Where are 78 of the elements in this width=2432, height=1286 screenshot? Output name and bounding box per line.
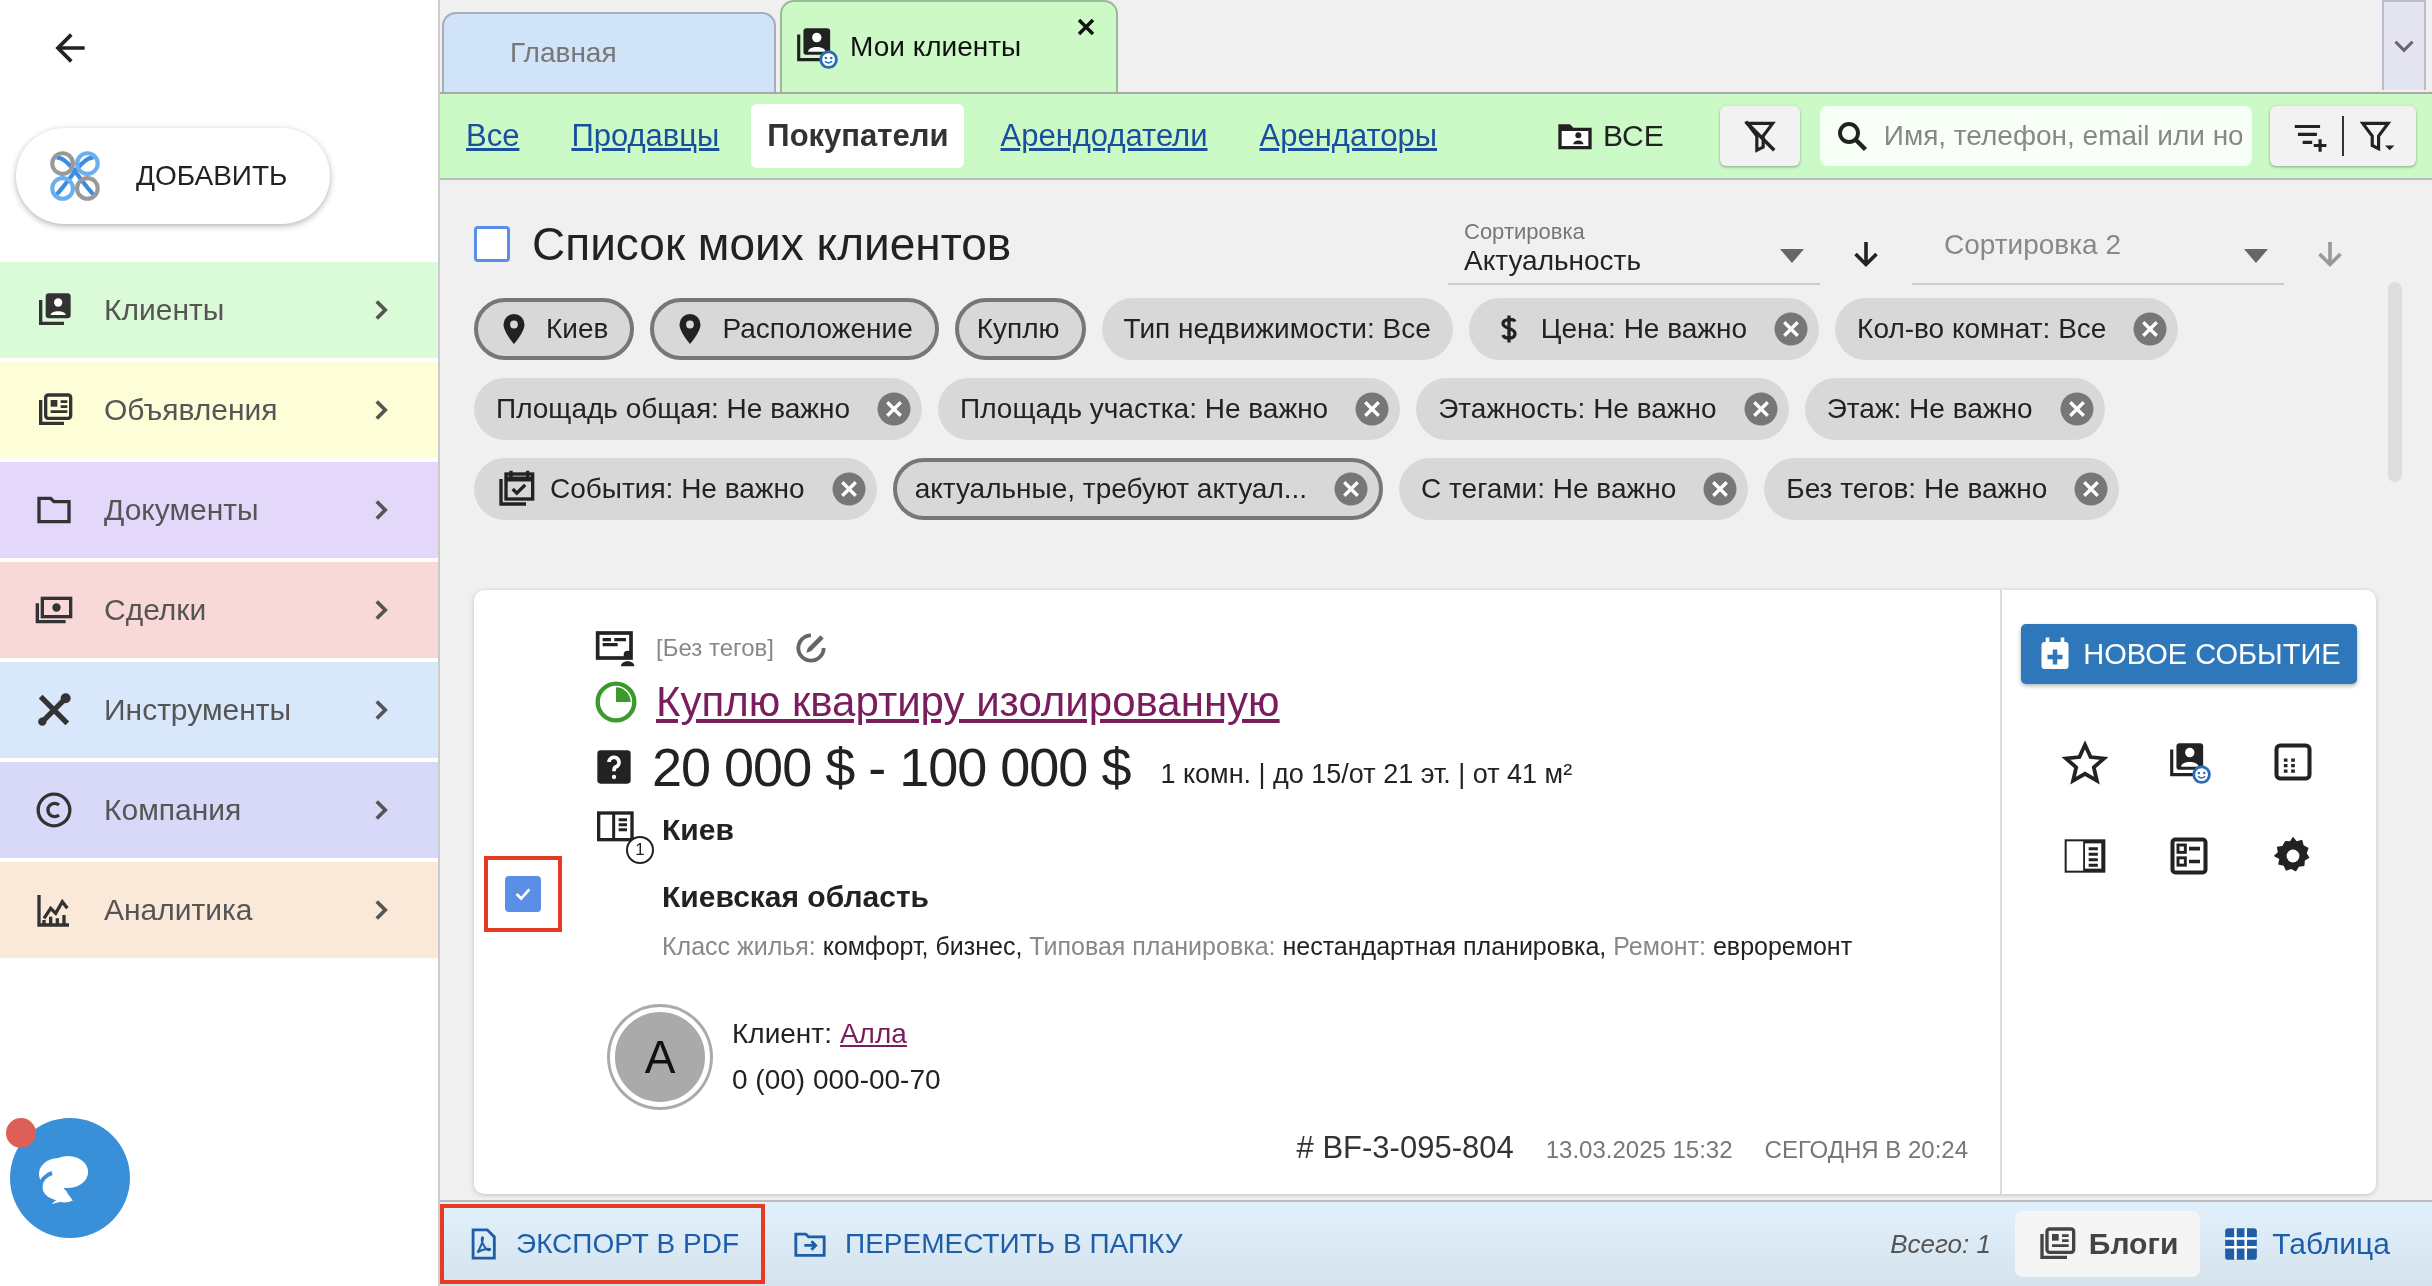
sort-select[interactable]: Сортировка Актуальность [1448, 213, 1820, 285]
filter-chip[interactable]: Площадь общая: Не важно [474, 378, 923, 440]
filter-chip[interactable]: Без тегов: Не важно [1764, 458, 2120, 520]
caret-icon [1780, 249, 1804, 263]
filter-chip[interactable]: актуальные, требуют актуал... [892, 458, 1384, 520]
checklist-icon[interactable] [2167, 834, 2211, 878]
filter-link[interactable]: Арендодатели [1000, 106, 1208, 166]
updated-date: СЕГОДНЯ В 20:24 [1764, 1136, 1968, 1164]
tags-label: [Без тегов] [656, 634, 774, 662]
remove-icon[interactable] [2132, 311, 2169, 347]
filter-chip[interactable]: Киев [474, 298, 635, 360]
action-button[interactable]: ЭКСПОРТ В PDF [440, 1204, 765, 1284]
filter-chip[interactable]: Цена: Не важно [1468, 298, 1820, 360]
remove-icon[interactable] [876, 391, 913, 427]
filter-chip[interactable]: Этаж: Не важно [1804, 378, 2105, 440]
sidebar-item[interactable]: Инструменты [0, 662, 438, 758]
sidebar-item[interactable]: Документы [0, 462, 438, 558]
star-icon[interactable] [2062, 740, 2108, 786]
filter-chip[interactable]: С тегами: Не важно [1399, 458, 1749, 520]
remove-icon[interactable] [1742, 391, 1779, 427]
client-phone: 0 (00) 000-00-70 [732, 1064, 941, 1096]
add-button[interactable]: ДОБАВИТЬ [16, 128, 330, 224]
count-badge: 1 [626, 836, 654, 864]
sidebar-item[interactable]: Сделки [0, 562, 438, 658]
filter-chip[interactable]: Тип недвижимости: Все [1101, 298, 1453, 360]
sidebar-item[interactable]: Аналитика [0, 862, 438, 958]
sidebar-item[interactable]: Клиенты [0, 262, 438, 358]
request-code: # BF-3-095-804 [1296, 1130, 1514, 1166]
filter-chip[interactable]: События: Не важно [474, 458, 877, 520]
city-label: Киев [662, 813, 734, 847]
remove-icon[interactable] [830, 471, 867, 507]
sidebar-item[interactable]: Объявления [0, 362, 438, 458]
sidebar-item[interactable]: Компания [0, 762, 438, 858]
price-range: 20 000 $ - 100 000 $ [652, 736, 1131, 798]
remove-icon[interactable] [2058, 391, 2095, 427]
filter-link[interactable]: Покупатели [751, 104, 965, 168]
copyright-icon [34, 790, 74, 830]
calculator-icon[interactable] [2271, 740, 2315, 784]
region-label: Киевская область [662, 880, 931, 914]
request-title-link[interactable]: Куплю квартиру изолированную [656, 678, 1280, 726]
contact-card-icon[interactable] [2167, 740, 2211, 784]
filter-link[interactable]: Продавцы [571, 106, 720, 166]
filter-chip[interactable]: Расположение [650, 298, 939, 360]
tab[interactable]: Мои клиенты [780, 0, 1118, 92]
avatar: А [610, 1007, 710, 1107]
question-icon [594, 747, 634, 787]
chat-button-icon[interactable] [10, 1118, 130, 1238]
contacts-icon [794, 25, 838, 69]
remove-icon[interactable] [1773, 311, 1810, 347]
filter-chip[interactable]: Этажность: Не важно [1416, 378, 1789, 440]
remove-icon[interactable] [1333, 471, 1370, 507]
clear-filter-button[interactable] [1719, 106, 1800, 166]
new-event-button[interactable]: НОВОЕ СОБЫТИЕ [2021, 624, 2357, 684]
view-toggle[interactable]: Таблица [2200, 1211, 2412, 1277]
view-toggle[interactable]: Блоги [2014, 1211, 2201, 1277]
remove-icon[interactable] [1354, 391, 1391, 427]
search-field[interactable]: Имя, телефон, email или но [1819, 106, 2252, 166]
total-count: Всего: 1 [1890, 1228, 1991, 1260]
caret-icon [2244, 249, 2268, 263]
row-checkbox[interactable] [505, 876, 541, 912]
action-button[interactable]: ПЕРЕМЕСТИТЬ В ПАПКУ [765, 1204, 1209, 1284]
filter-link[interactable]: Арендаторы [1259, 106, 1438, 166]
client-name-link[interactable]: Алла [839, 1018, 907, 1049]
property-attributes: Класс жилья: комфорт, бизнес, Типовая планировка: нестандартная планировка, Ремонт: евроремонт [662, 932, 1854, 961]
list-title: Список моих клиентов [532, 217, 1012, 271]
status-pie-icon [594, 680, 638, 724]
filter-link[interactable]: Все [466, 106, 520, 166]
property-details: 1 комн. | до 15/от 21 эт. | от 41 м² [1160, 757, 1573, 790]
filter-chip[interactable]: Кол-во комнат: Все [1835, 298, 2179, 360]
calendar-check-icon [496, 469, 536, 509]
created-date: 13.03.2025 15:32 [1545, 1136, 1733, 1164]
filter-chip[interactable]: Площадь участка: Не важно [938, 378, 1401, 440]
filter-chip[interactable]: Куплю [954, 298, 1086, 360]
folder-button[interactable]: ВСЕ [1549, 115, 1670, 157]
remove-icon[interactable] [1702, 471, 1739, 507]
select-all-checkbox[interactable] [474, 226, 510, 262]
client-label: Клиент: [732, 1018, 832, 1049]
remove-icon[interactable] [2073, 471, 2110, 507]
